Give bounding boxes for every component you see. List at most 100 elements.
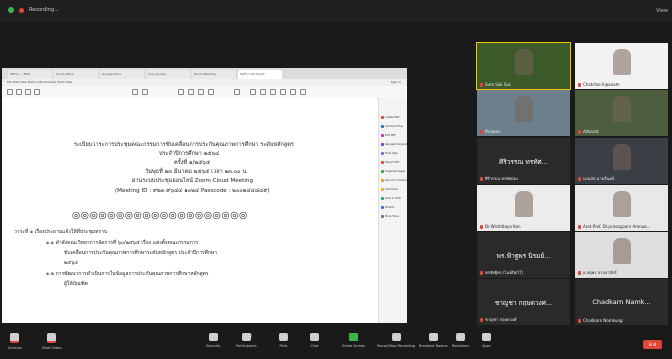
browser-tab-active[interactable]: ขอรับ รายงาน.pdf xyxy=(238,70,282,79)
participant-video xyxy=(612,96,631,122)
tool-label: Request E-signatures xyxy=(385,143,407,146)
sign-in-link[interactable]: Sign in xyxy=(391,79,401,86)
video-camera-icon xyxy=(47,333,57,343)
participant-video xyxy=(612,191,631,217)
mic-muted-icon xyxy=(578,224,581,229)
tool-item[interactable]: More Tools xyxy=(381,215,399,218)
recording-icon xyxy=(391,333,401,341)
tool-item[interactable]: Create PDF xyxy=(381,116,400,119)
tool-item[interactable]: Protect xyxy=(381,206,394,209)
tool-item[interactable]: Send for Comments xyxy=(381,179,407,182)
highlight-icon[interactable] xyxy=(260,89,266,95)
security-button[interactable]: Security xyxy=(206,333,220,348)
doc-title: ระเบียบวาระการประชุมคณะกรรมการขับเคลื่อน… xyxy=(74,142,294,148)
recording-indicator[interactable]: Recording... xyxy=(8,7,59,13)
participant-name: นงนภัส มานรีนงค์ xyxy=(583,176,614,181)
mic-muted-icon xyxy=(578,82,581,87)
menu-items[interactable]: File Edit View History Bookmarks Tools H… xyxy=(2,80,72,84)
tool-item[interactable]: Organize Pages xyxy=(381,170,405,173)
bookmark-icon[interactable] xyxy=(16,89,22,95)
share-screen-button[interactable]: Share Screen xyxy=(342,333,365,348)
pause-stop-recording-button[interactable]: Pause/Stop Recording xyxy=(377,333,415,348)
participant-name: พรชัยฐิพร (ไมค์ปิดไว้) xyxy=(485,270,523,275)
participants-button[interactable]: 12 Participants xyxy=(236,333,257,348)
control-label: Chat xyxy=(310,344,319,348)
doc-session: ครั้งที่ ๑/๒๕๖๕ xyxy=(174,160,211,166)
mic-muted-icon xyxy=(480,82,483,87)
tool-label: Export PDF xyxy=(385,161,400,164)
prev-page-icon[interactable] xyxy=(132,89,138,95)
select-tool-icon[interactable] xyxy=(178,89,184,95)
reactions-icon xyxy=(456,333,466,341)
draw-icon[interactable] xyxy=(270,89,276,95)
zoom-in-icon[interactable] xyxy=(208,89,214,95)
doc-year: ประจำปีการศึกษา ๒๕๖๔ xyxy=(159,151,220,157)
participant-name: Asst.Prof. Dr.prasopporn Amnua... xyxy=(583,224,651,229)
participant-name-label: Pirawan xyxy=(480,129,501,134)
control-label: Unmute xyxy=(8,346,22,350)
participant-tile[interactable]: ศิริวรรณ ทรทัศ... ศิริวรรณ ทรทัศตอง xyxy=(477,138,570,184)
zoom-icon[interactable] xyxy=(34,89,40,95)
browser-tab[interactable]: docs.google xyxy=(146,70,190,79)
tool-item[interactable]: Combine Files xyxy=(381,125,403,128)
participant-name: ชาญชา กฤษดวงศ์ xyxy=(485,317,517,322)
text-icon[interactable] xyxy=(280,89,286,95)
participant-tile[interactable]: อ.จตุพร ลาลลาสัตร์ xyxy=(575,232,668,278)
end-button[interactable]: End xyxy=(643,340,662,349)
participant-tile[interactable]: Asst.Prof. Dr.prasopporn Amnua... xyxy=(575,185,668,231)
tool-label: Edit PDF xyxy=(385,134,396,137)
participant-tile[interactable]: Pirawan xyxy=(477,90,570,136)
tool-item[interactable]: Comment xyxy=(381,188,398,191)
participant-name-label: ชาญชา กฤษดวงศ์ xyxy=(480,316,516,323)
comment-icon[interactable] xyxy=(250,89,256,95)
shield-icon xyxy=(208,333,218,341)
view-button[interactable]: View xyxy=(656,8,668,14)
tool-item[interactable]: Edit PDF xyxy=(381,134,396,137)
unmute-button[interactable]: Unmute xyxy=(8,333,22,350)
apps-button[interactable]: Apps xyxy=(482,333,491,348)
fit-page-icon[interactable] xyxy=(234,89,240,95)
agenda-item: ๑.๑ คำสั่งคณะวิทยาการจัดการที่ ๖๐/๒๕๖๕ เ… xyxy=(46,240,199,246)
control-label: Apps xyxy=(482,344,491,348)
tool-label: Combine Files xyxy=(385,125,404,128)
next-page-icon[interactable] xyxy=(142,89,148,95)
tool-item[interactable]: Fill & Sign xyxy=(381,152,398,155)
agenda-item: ๒๕๖๔ xyxy=(64,260,79,266)
participant-tile[interactable]: นงนภัส มานรีนงค์ xyxy=(575,138,668,184)
mic-muted-icon xyxy=(578,318,581,323)
share-icon[interactable] xyxy=(300,89,306,95)
browser-tab[interactable]: Office — MSU xyxy=(8,70,52,79)
tool-icon xyxy=(381,152,384,155)
home-icon[interactable] xyxy=(7,89,13,95)
browser-tab[interactable]: forms.office xyxy=(54,70,98,79)
polls-button[interactable]: Polls xyxy=(279,333,288,348)
breakout-rooms-button[interactable]: Breakout Rooms xyxy=(419,333,448,348)
participant-tile[interactable]: Dr.Wichittaya Kon xyxy=(477,185,570,231)
tool-item[interactable]: Request E-signatures xyxy=(381,143,407,146)
start-video-button[interactable]: Start Video xyxy=(42,333,61,350)
browser-tab[interactable]: Zoom Meeting xyxy=(192,70,236,79)
pdf-tools-pane: Create PDF Combine Files Edit PDF Request E… xyxy=(378,98,407,323)
participant-tile[interactable]: Sum Sak Sas xyxy=(476,42,571,90)
tool-item[interactable]: Scan & OCR xyxy=(381,197,401,200)
print-icon[interactable] xyxy=(25,89,31,95)
tool-label: Create PDF xyxy=(385,116,400,119)
mic-muted-icon xyxy=(480,129,483,134)
participant-tile[interactable]: ชาญชา กฤษดวงศ... ชาญชา กฤษดวงศ์ xyxy=(477,279,570,325)
zoom-out-icon[interactable] xyxy=(198,89,204,95)
participant-tile[interactable]: Chatchai Inpanom xyxy=(575,43,668,89)
browser-tab[interactable]: Google Docs xyxy=(100,70,144,79)
doc-date: วันพุธที่ ๒๓ มีนาคม ๒๕๖๕ เวลา ๑๓.๐๐ น. xyxy=(145,169,248,175)
sign-icon[interactable] xyxy=(290,89,296,95)
reactions-button[interactable]: Reactions xyxy=(452,333,469,348)
participant-tile[interactable]: พร.ฟ้าฐพร นิรมย์... พรชัยฐิพร (ไมค์ปิดไว้… xyxy=(477,232,570,278)
hand-tool-icon[interactable] xyxy=(188,89,194,95)
tool-item[interactable]: Export PDF xyxy=(381,161,399,164)
participant-tile[interactable]: Akkarat xyxy=(575,90,668,136)
participant-video xyxy=(612,238,631,264)
meeting-controls: End Unmute Start Video Security 12 Participa… xyxy=(0,330,672,359)
browser-tab-bar: Office — MSU forms.office Google Docs do… xyxy=(2,68,407,79)
tool-label: Comment xyxy=(385,188,398,191)
chat-button[interactable]: Chat xyxy=(310,333,319,348)
participant-tile[interactable]: Chadkarn Namk... Chadkarn Namkung xyxy=(575,279,668,325)
